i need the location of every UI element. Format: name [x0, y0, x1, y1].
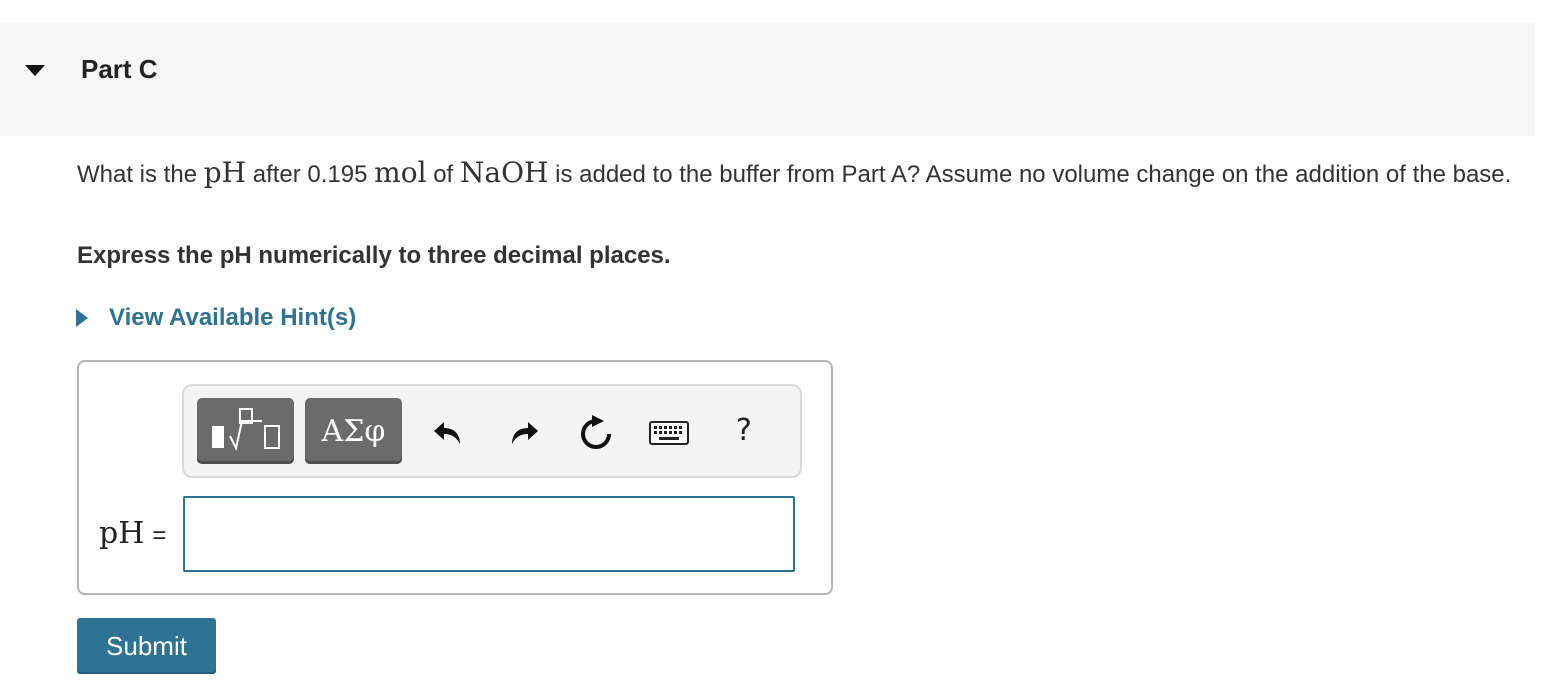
collapse-caret-icon[interactable]	[23, 62, 47, 78]
templates-button[interactable]	[197, 398, 294, 464]
math-mol: mol	[374, 156, 427, 189]
view-hints-label: View Available Hint(s)	[109, 304, 357, 331]
answer-box: ΑΣφ ? pH =	[77, 360, 833, 595]
question-text-3: of	[426, 161, 460, 188]
math-ph: pH	[203, 156, 247, 189]
keyboard-icon[interactable]	[646, 416, 692, 450]
view-hints-link[interactable]: View Available Hint(s)	[75, 302, 356, 334]
answer-input[interactable]	[183, 496, 795, 572]
help-button[interactable]: ?	[724, 408, 764, 452]
question-text-4: is added to the buffer from Part A? Assu…	[548, 161, 1512, 188]
question-text-1: What is the	[77, 161, 204, 188]
greek-symbols-button[interactable]: ΑΣφ	[305, 398, 402, 464]
fraction-radical-icon	[211, 408, 280, 451]
question-text-2: after 0.195	[246, 161, 375, 188]
caret-right-icon	[76, 309, 88, 327]
part-header	[0, 23, 1535, 136]
instruction-text: Express the pH numerically to three deci…	[77, 242, 671, 269]
question-text: What is the pH after 0.195 mol of NaOH i…	[77, 156, 1517, 191]
math-toolbar: ΑΣφ ?	[182, 384, 802, 478]
undo-icon[interactable]	[428, 412, 468, 452]
answer-variable: pH	[99, 516, 145, 551]
submit-button[interactable]: Submit	[77, 618, 216, 674]
reset-icon[interactable]	[574, 412, 618, 456]
redo-icon[interactable]	[504, 412, 544, 452]
answer-equals: =	[152, 522, 167, 549]
math-naoh: NaOH	[459, 156, 549, 189]
part-title: Part C	[81, 54, 158, 84]
answer-label: pH =	[99, 514, 166, 556]
